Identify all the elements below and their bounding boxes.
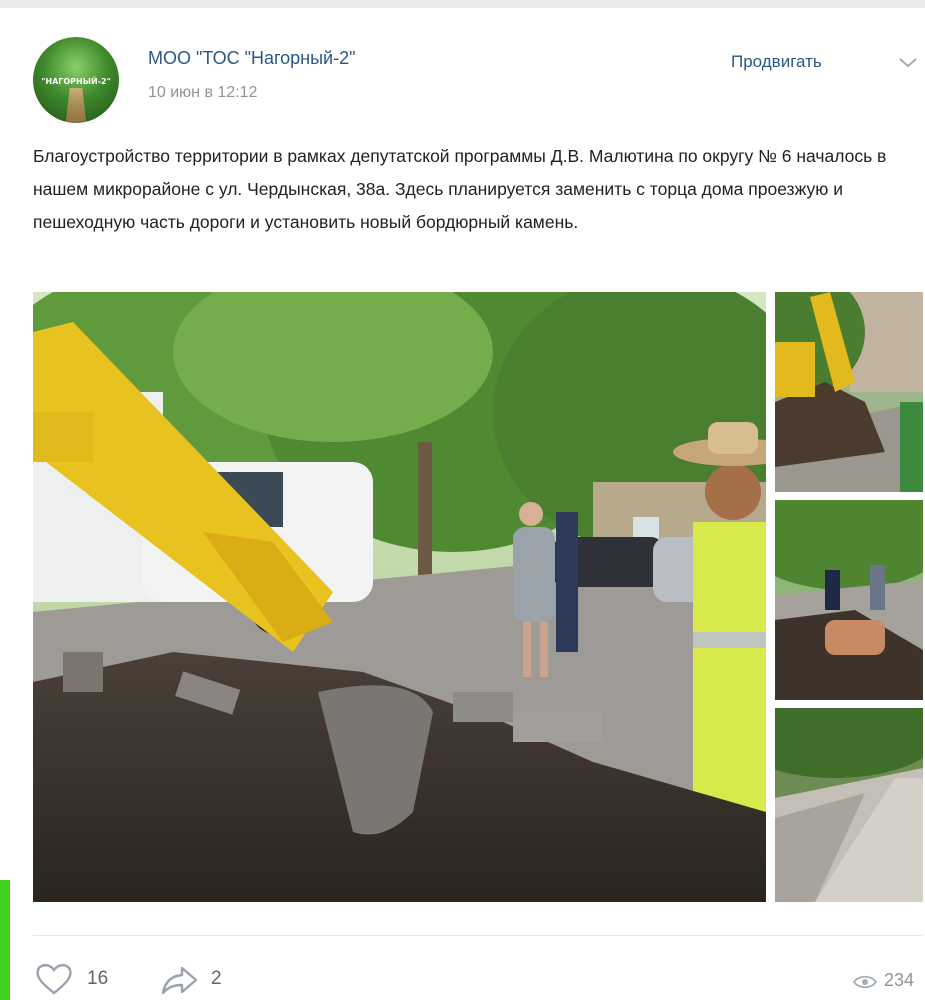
views-count: 234 [884, 970, 915, 990]
avatar-road [64, 88, 88, 123]
share-arrow-icon[interactable] [160, 964, 200, 996]
share-count[interactable]: 2 [211, 968, 222, 990]
post-date[interactable]: 10 июн в 12:12 [148, 84, 257, 102]
promote-button[interactable]: Продвигать [731, 52, 822, 72]
avatar-badge-text: "НАГОРНЫЙ-2" [41, 77, 111, 86]
like-count[interactable]: 16 [87, 968, 108, 990]
top-divider [0, 0, 925, 8]
heart-outline-icon[interactable] [34, 962, 74, 996]
eye-icon [852, 975, 878, 989]
side-photo-1[interactable] [775, 292, 923, 492]
chevron-down-icon[interactable] [896, 55, 920, 71]
side-accent-strip [0, 880, 10, 1000]
post-text: Благоустройство территории в рамках депу… [33, 146, 887, 232]
main-photo[interactable] [33, 292, 766, 902]
author-name-link[interactable]: МОО "ТОС "Нагорный-2" [148, 48, 356, 69]
side-photo-3[interactable] [775, 708, 923, 902]
side-photo-2[interactable] [775, 500, 923, 700]
footer-divider [33, 935, 923, 936]
avatar[interactable]: "НАГОРНЫЙ-2" [33, 37, 119, 123]
